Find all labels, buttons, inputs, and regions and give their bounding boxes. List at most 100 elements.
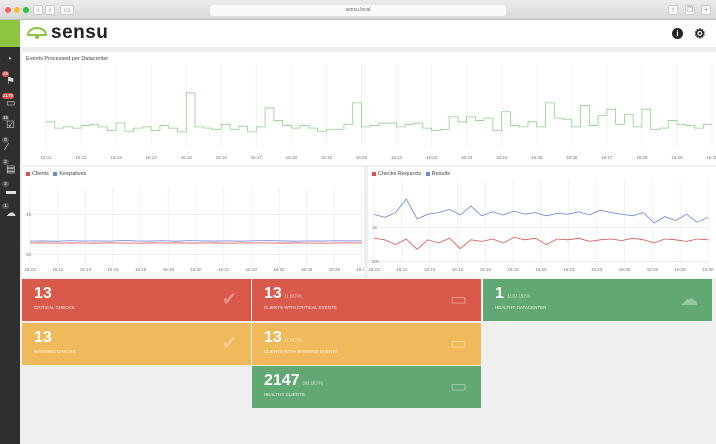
back-icon[interactable]: ‹ (33, 5, 43, 15)
tile-percent: 0.60% (284, 294, 302, 300)
x-tick-label: 16:26 (566, 155, 578, 160)
y-tick-label: 4K (26, 212, 32, 217)
events-icon: ⚑ (6, 76, 15, 87)
sidebar-badge: 26 (2, 71, 10, 77)
events-chart: 16:11 16:12 16:13 16:14 16:15 16:16 16:17 16:18… (41, 64, 716, 160)
x-tick-label: 16:28 (675, 267, 687, 272)
chart-legend: Checks Requests Results (372, 171, 450, 178)
x-tick-label: 16:13 (110, 155, 122, 160)
tile-label: Healthy datacenter (495, 305, 547, 310)
silenced-icon: ⁄ (6, 142, 8, 153)
x-tick-label: 16:19 (321, 155, 333, 160)
x-tick-label: 16:20 (535, 267, 547, 272)
x-tick-label: 16:16 (135, 267, 147, 272)
sidebar-badge: 2 (2, 181, 9, 187)
legend-results[interactable]: Results (432, 171, 450, 177)
legend-check-requests[interactable]: Checks Requests (378, 171, 421, 177)
sidebar-item-datacenters[interactable]: ☁ 1 (2, 203, 18, 221)
stat-tile-critical-checks[interactable]: 13 Critical Checks ✔ (22, 279, 251, 321)
x-tick-label: 16:18 (163, 267, 175, 272)
x-tick-label: 16:29 (671, 155, 683, 160)
new-tab-icon[interactable]: + (701, 5, 711, 15)
x-tick-label: 16:18 (508, 267, 520, 272)
x-tick-label: 16:28 (329, 267, 341, 272)
series-line-events (46, 92, 712, 133)
checks-chart: 16:10 16:11 16:13 16:15 16:16 16:18 16:20 16:21… (368, 179, 714, 272)
y-tick-label: 2K (26, 252, 32, 257)
forward-icon[interactable]: › (45, 5, 55, 15)
sidebar-badge: 2175 (2, 93, 15, 99)
x-tick-label: 16:23 (461, 155, 473, 160)
minimize-window-button[interactable] (14, 7, 20, 13)
sidebar-toggle-icon[interactable]: ▭ (60, 5, 74, 15)
stashes-icon: ▬ (6, 186, 16, 197)
check-icon: ✔ (221, 333, 237, 353)
sidebar-item-events[interactable]: ⚑ 26 (2, 71, 18, 89)
tile-label: Critical Checks (34, 305, 75, 310)
header: sensu i ⚙ (0, 20, 716, 47)
x-tick-label: 16:11 (52, 267, 63, 272)
sidebar-item-checks[interactable]: ☑ 15 (2, 115, 18, 133)
sidebar: ◔ ⚑ 26 ▭ 2175 ☑ 15 ⁄ 0 ▤ 2 ▬ 2 ☁ 1 (0, 47, 20, 444)
x-tick-label: 16:26 (647, 267, 659, 272)
sidebar-item-dashboard[interactable]: ◔ (3, 52, 18, 67)
x-tick-label: 16:13 (80, 267, 92, 272)
x-tick-label: 16:20 (356, 155, 368, 160)
share-icon[interactable]: ↑ (668, 5, 678, 15)
check-icon: ✔ (221, 289, 237, 309)
sidebar-badge: 1 (2, 203, 9, 209)
server-icon: ▭ (449, 289, 467, 309)
events-chart-panel: 16:11 16:12 16:13 16:14 16:15 16:16 16:17 16:18… (22, 52, 716, 165)
sidebar-item-clients[interactable]: ▭ 2175 (2, 93, 18, 111)
maximize-window-button[interactable] (23, 7, 29, 13)
tile-value: 1 100.00% (495, 285, 531, 302)
x-tick-label: 16:23 (591, 267, 603, 272)
legend-clients[interactable]: Clients (32, 171, 49, 177)
tile-percent: 0.60% (284, 338, 302, 344)
sidebar-item-silenced[interactable]: ⁄ 0 (2, 137, 18, 155)
x-tick-label: 16:25 (273, 267, 285, 272)
dashboard: 16:11 16:12 16:13 16:14 16:15 16:16 16:17 16:18… (20, 47, 716, 444)
tile-label: Healthy clients (264, 392, 305, 397)
sidebar-toggle[interactable] (0, 20, 20, 47)
x-tick-label: 16:11 (41, 155, 52, 160)
aggregates-icon: ▤ (6, 164, 16, 175)
stat-tile-clients-with-critical-events[interactable]: 13 0.60% Clients with critical events ▭ (252, 279, 481, 321)
x-tick-label: 16:21 (563, 267, 575, 272)
tabs-icon[interactable]: ❐ (685, 5, 695, 15)
x-tick-label: 16:17 (251, 155, 263, 160)
datacenters-icon: ☁ (6, 208, 16, 219)
stat-tile-warning-checks[interactable]: 13 Warning Checks ✔ (22, 323, 251, 365)
sidebar-item-stashes[interactable]: ▬ 2 (2, 181, 18, 199)
tile-value: 13 0.60% (264, 285, 302, 302)
x-tick-label: 16:30 (356, 267, 364, 272)
app-body: ◔ ⚑ 26 ▭ 2175 ☑ 15 ⁄ 0 ▤ 2 ▬ 2 ☁ 1 16:11 16:12 16:13 16:1… (0, 47, 716, 444)
logo[interactable]: sensu (26, 22, 108, 44)
tile-value: 2147 98.80% (264, 372, 323, 389)
legend-keepalives[interactable]: Keepalives (59, 171, 86, 177)
sidebar-item-aggregates[interactable]: ▤ 2 (2, 159, 18, 177)
chart-legend: Clients Keepalives (26, 171, 86, 178)
info-icon[interactable]: i (672, 28, 683, 39)
x-tick-label: 16:16 (480, 267, 492, 272)
stat-tile-healthy-clients[interactable]: 2147 98.80% Healthy clients ▭ (252, 366, 481, 408)
address-bar[interactable]: sensu.local (210, 5, 506, 16)
x-tick-label: 16:15 (181, 155, 193, 160)
checks-chart-panel: 16:10 16:11 16:13 16:15 16:16 16:18 16:20 16:21… (368, 167, 716, 278)
x-tick-label: 16:16 (216, 155, 228, 160)
x-tick-label: 16:13 (424, 267, 436, 272)
x-tick-label: 16:30 (702, 267, 714, 272)
gear-icon[interactable]: ⚙ (694, 27, 706, 40)
tile-label: Clients with warning events (264, 349, 338, 354)
tile-percent: 100.00% (506, 294, 531, 300)
x-tick-label: 16:18 (286, 155, 298, 160)
x-tick-label: 16:21 (218, 267, 230, 272)
sensu-logo-icon (26, 26, 48, 39)
x-tick-label: 16:26 (301, 267, 313, 272)
stat-tile-clients-with-warning-events[interactable]: 13 0.60% Clients with warning events ▭ (252, 323, 481, 365)
server-icon: ▭ (449, 333, 467, 353)
stat-tile-healthy-datacenter[interactable]: 1 100.00% Healthy datacenter ☁ (483, 279, 712, 321)
x-tick-label: 16:14 (146, 155, 158, 160)
y-tick-label: 1K (372, 225, 378, 230)
close-window-button[interactable] (5, 7, 11, 13)
